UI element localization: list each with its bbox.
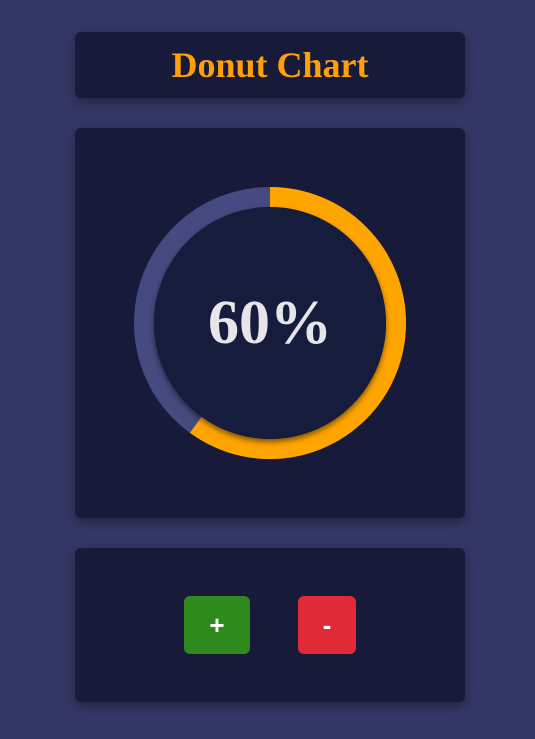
decrease-button[interactable]: - xyxy=(298,596,356,654)
page-title: Donut Chart xyxy=(171,45,369,85)
chart-card: 60% xyxy=(75,128,465,518)
title-card: Donut Chart xyxy=(75,32,465,98)
increase-button[interactable]: + xyxy=(184,596,250,654)
controls-card: + - xyxy=(75,548,465,702)
donut-chart: 60% xyxy=(133,186,407,460)
percent-label: 60% xyxy=(208,289,332,357)
